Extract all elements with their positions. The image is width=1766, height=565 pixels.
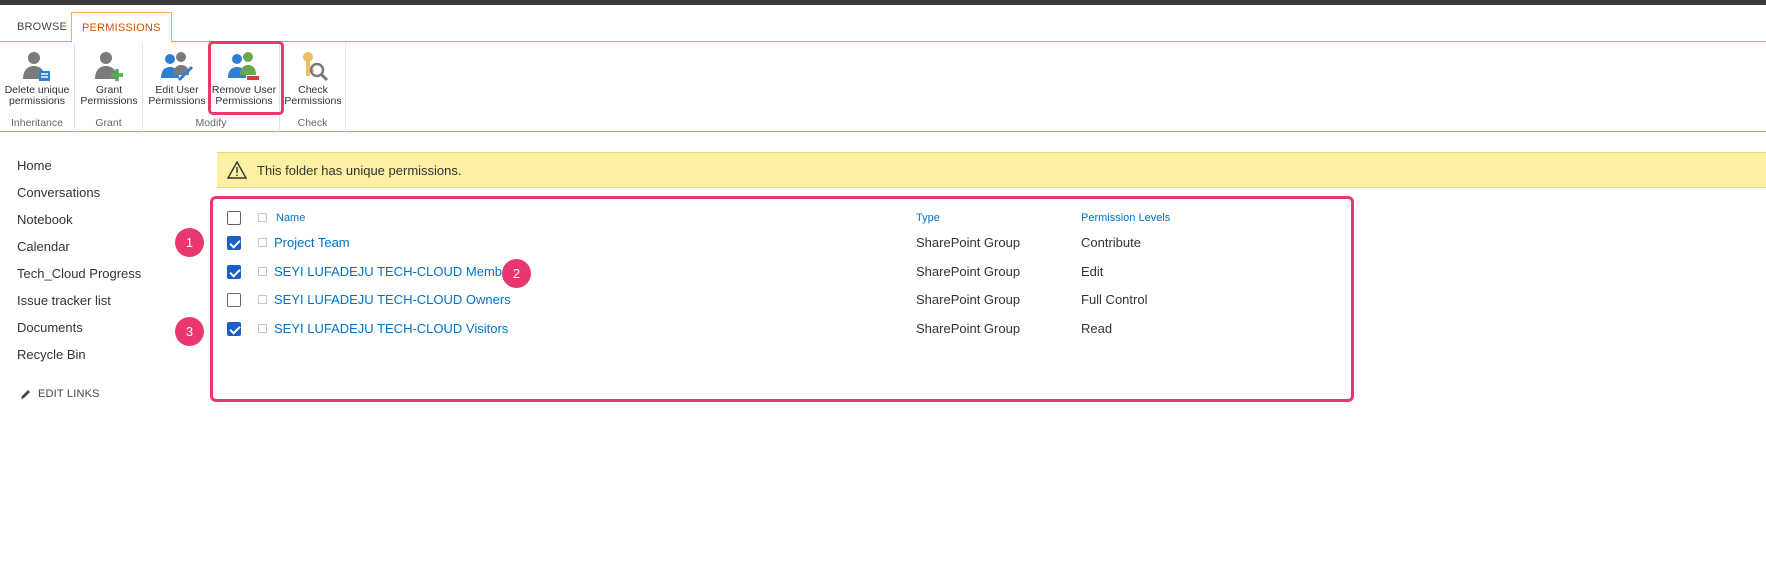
group-name-link[interactable]: SEYI LUFADEJU TECH-CLOUD Visitors [274, 321, 508, 336]
tab-browse[interactable]: BROWSE [7, 12, 77, 42]
group-name-link[interactable]: Project Team [274, 235, 350, 250]
edit-user-permissions-icon [161, 52, 194, 82]
annotation-badge-2: 2 [502, 259, 531, 288]
edit-links-button[interactable]: EDIT LINKS [20, 388, 100, 400]
group-type: SharePoint Group [916, 321, 1021, 336]
nav-item-tech-cloud-progress[interactable]: Tech_Cloud Progress [17, 266, 197, 293]
delete-unique-permissions-button[interactable]: Delete unique permissions [2, 45, 72, 112]
unique-permissions-notice: This folder has unique permissions. [217, 152, 1766, 188]
quick-launch-nav: Home Conversations Notebook Calendar Tec… [17, 158, 197, 374]
row-checkbox[interactable] [227, 236, 241, 250]
row-mini-checkbox[interactable] [258, 324, 267, 333]
annotation-badge-3: 3 [175, 317, 204, 346]
permission-level: Edit [1081, 264, 1104, 279]
group-type: SharePoint Group [916, 235, 1021, 250]
delete-unique-permissions-label: Delete unique permissions [4, 84, 70, 107]
nav-item-issue-tracker-list[interactable]: Issue tracker list [17, 293, 197, 320]
header-mini-checkbox[interactable] [258, 213, 267, 222]
pencil-icon [21, 390, 30, 399]
permission-level: Contribute [1081, 235, 1141, 250]
group-label-grant: Grant [95, 117, 122, 129]
grant-permissions-icon [95, 52, 123, 81]
row-checkbox[interactable] [227, 322, 241, 336]
grant-permissions-label: Grant Permissions [80, 84, 138, 107]
group-type: SharePoint Group [916, 292, 1021, 307]
row-mini-checkbox[interactable] [258, 267, 267, 276]
group-label-modify: Modify [195, 117, 227, 129]
edit-links-label: EDIT LINKS [38, 388, 100, 400]
table-row: Project Team SharePoint Group Contribute [213, 229, 1351, 257]
ribbon-tabs: BROWSE PERMISSIONS [0, 12, 1766, 43]
check-permissions-label: Check Permissions [284, 84, 342, 107]
grant-permissions-button[interactable]: Grant Permissions [79, 45, 139, 112]
column-header-name[interactable]: Name [276, 212, 305, 224]
notice-text: This folder has unique permissions. [257, 162, 462, 178]
highlight-remove-user-permissions [208, 41, 284, 115]
nav-item-recycle-bin[interactable]: Recycle Bin [17, 347, 197, 374]
top-bar [0, 0, 1766, 5]
column-header-type[interactable]: Type [916, 212, 940, 224]
row-mini-checkbox[interactable] [258, 238, 267, 247]
nav-item-conversations[interactable]: Conversations [17, 185, 197, 212]
permission-level: Full Control [1081, 292, 1148, 307]
group-type: SharePoint Group [916, 264, 1021, 279]
group-name-link[interactable]: SEYI LUFADEJU TECH-CLOUD Owners [274, 292, 511, 307]
table-row: SEYI LUFADEJU TECH-CLOUD Members SharePo… [213, 258, 1351, 286]
group-label-check: Check [297, 117, 328, 129]
nav-item-notebook[interactable]: Notebook [17, 212, 197, 239]
table-row: SEYI LUFADEJU TECH-CLOUD Owners SharePoi… [213, 286, 1351, 314]
select-all-checkbox[interactable] [227, 211, 241, 225]
nav-item-calendar[interactable]: Calendar [17, 239, 197, 266]
tab-permissions[interactable]: PERMISSIONS [71, 12, 172, 43]
nav-item-documents[interactable]: Documents [17, 320, 197, 347]
check-permissions-icon [303, 52, 329, 82]
nav-item-home[interactable]: Home [17, 158, 197, 185]
permissions-table: Name Type Permission Levels Project Team… [210, 196, 1354, 402]
row-mini-checkbox[interactable] [258, 295, 267, 304]
row-checkbox[interactable] [227, 265, 241, 279]
group-inheritance: Delete unique permissions Inheritance [0, 43, 75, 132]
group-label-inheritance: Inheritance [11, 117, 63, 129]
edit-user-permissions-label: Edit User Permissions [148, 84, 206, 107]
group-grant: Grant Permissions Grant [75, 43, 143, 132]
annotation-badge-1: 1 [175, 228, 204, 257]
table-row: SEYI LUFADEJU TECH-CLOUD Visitors ShareP… [213, 315, 1351, 343]
edit-user-permissions-button[interactable]: Edit User Permissions [146, 45, 208, 112]
group-check: Check Permissions Check [280, 43, 346, 132]
delete-unique-permissions-icon [23, 52, 50, 81]
row-checkbox[interactable] [227, 293, 241, 307]
column-header-permission-levels[interactable]: Permission Levels [1081, 212, 1170, 224]
permission-level: Read [1081, 321, 1113, 336]
group-name-link[interactable]: SEYI LUFADEJU TECH-CLOUD Members [274, 264, 520, 279]
check-permissions-button[interactable]: Check Permissions [283, 45, 343, 112]
warning-icon [227, 161, 247, 179]
table-header: Name Type Permission Levels [213, 207, 1351, 229]
